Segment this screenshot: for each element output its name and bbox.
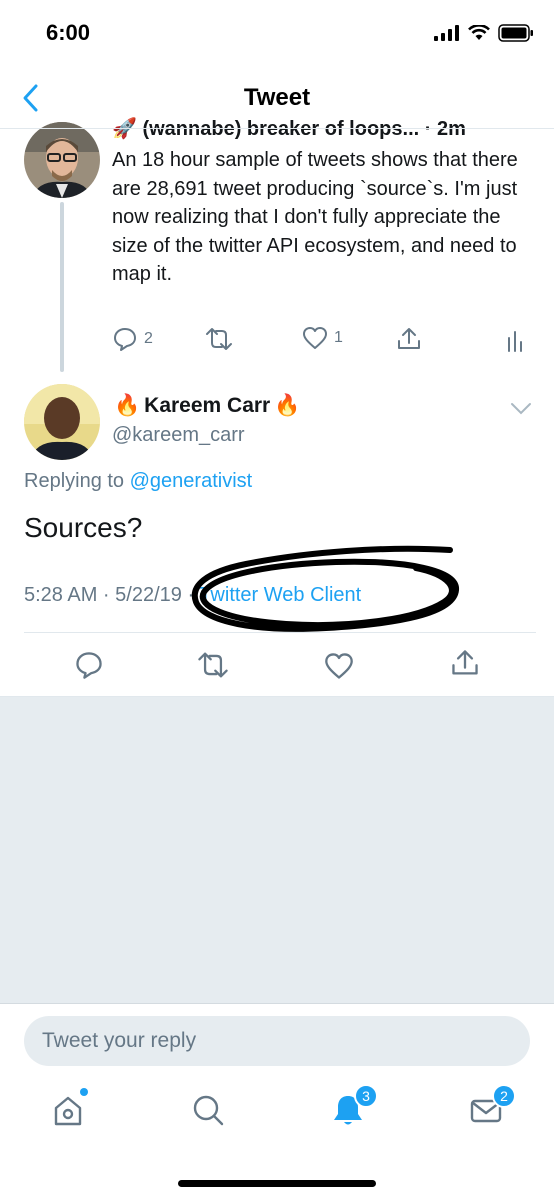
home-icon [54, 1096, 82, 1126]
divider [24, 632, 536, 633]
reply-icon [114, 328, 136, 351]
tweet-actions [0, 646, 554, 686]
reply-icon[interactable] [74, 650, 104, 680]
tab-notifications[interactable]: 3 [330, 1084, 378, 1132]
avatar[interactable] [24, 384, 100, 460]
messages-badge: 2 [492, 1084, 516, 1108]
chevron-down-icon[interactable] [510, 402, 532, 416]
author-name-label: Kareem Carr [144, 394, 271, 417]
retweet-icon [206, 328, 232, 350]
divider [0, 1003, 554, 1004]
analytics-icon [508, 331, 522, 352]
like-action[interactable]: 1 [302, 326, 343, 350]
tweet-timestamp: 5:28 AM · 5/22/19 [24, 584, 182, 606]
reply-action[interactable]: 2 [112, 326, 153, 352]
tweet-source-link[interactable]: Twitter Web Client [199, 584, 361, 606]
page-title: Tweet [243, 84, 311, 111]
replying-to: Replying to @generativist [24, 470, 252, 493]
reply-placeholder: Tweet your reply [42, 1029, 197, 1052]
analytics-action[interactable] [506, 328, 524, 352]
replying-to-link[interactable]: @generativist [130, 470, 253, 492]
avatar[interactable] [24, 122, 100, 198]
heart-icon [303, 327, 327, 349]
share-action[interactable] [396, 326, 422, 352]
heart-icon[interactable] [324, 652, 354, 680]
thread-line [60, 202, 64, 372]
status-time: 6:00 [46, 20, 91, 45]
fire-emoji-icon: 🔥 [114, 394, 141, 417]
tab-search[interactable] [190, 1092, 230, 1132]
wifi-icon [468, 25, 490, 40]
status-icons [434, 24, 534, 42]
share-icon[interactable] [450, 648, 480, 678]
retweet-icon[interactable] [196, 650, 230, 680]
fire-emoji-icon: 🔥 [274, 394, 301, 417]
reply-input[interactable]: Tweet your reply [24, 1016, 530, 1066]
notifications-badge: 3 [354, 1084, 378, 1108]
like-count: 1 [334, 329, 343, 346]
tweet-author-name[interactable]: 🔥 Kareem Carr 🔥 [114, 394, 300, 418]
tab-messages[interactable]: 2 [468, 1084, 516, 1132]
reply-count: 2 [144, 330, 153, 347]
empty-area [0, 697, 554, 1003]
tweet-text: An 18 hour sample of tweets shows that t… [112, 149, 518, 285]
replying-label: Replying to [24, 470, 125, 492]
share-icon [398, 328, 420, 349]
header-divider [0, 128, 554, 129]
tweet-meta: 5:28 AM · 5/22/19 · Twitter Web Client [24, 584, 362, 606]
tweet-text: Sources? [24, 512, 143, 543]
author-handle[interactable]: @kareem_carr [112, 424, 245, 447]
battery-icon [498, 24, 533, 42]
retweet-action[interactable] [204, 326, 234, 352]
tweet-actions: 2 1 [112, 326, 532, 356]
home-indicator [178, 1180, 376, 1187]
search-icon [193, 1095, 224, 1126]
signal-icon [434, 25, 459, 41]
new-content-dot [80, 1088, 88, 1096]
tab-home[interactable] [50, 1088, 90, 1132]
